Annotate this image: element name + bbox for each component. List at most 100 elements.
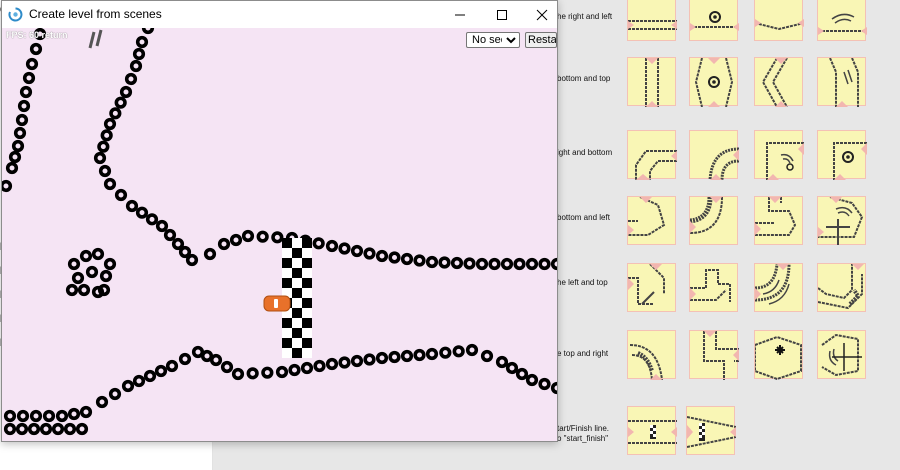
tire	[246, 367, 259, 380]
checker-square	[302, 278, 312, 288]
checker-square	[302, 268, 312, 278]
minimize-button[interactable]	[440, 1, 480, 28]
tire	[475, 257, 489, 271]
tire	[425, 255, 439, 269]
scene-tile[interactable]	[689, 330, 739, 380]
tire	[538, 257, 551, 271]
scene-tile[interactable]	[627, 406, 677, 455]
scene-tile[interactable]	[817, 57, 866, 107]
tire	[388, 251, 401, 264]
tire	[363, 353, 376, 366]
close-icon	[536, 9, 548, 20]
tire	[463, 257, 476, 270]
tire	[154, 364, 168, 378]
tire	[452, 345, 465, 358]
tire	[325, 357, 339, 371]
restart-button[interactable]: Restart	[525, 32, 557, 48]
player-car	[263, 295, 291, 312]
scene-tile[interactable]	[817, 0, 867, 41]
tire	[51, 422, 65, 436]
tire	[22, 71, 36, 85]
catalog-row-label: he right and left	[557, 12, 613, 21]
checker-square	[292, 328, 302, 338]
maximize-button[interactable]	[482, 1, 522, 28]
checker-square	[292, 288, 302, 298]
tire	[67, 257, 81, 271]
scene-tile[interactable]	[817, 263, 866, 312]
tire	[178, 352, 192, 366]
tire	[400, 349, 414, 363]
seed-select[interactable]: No seed	[466, 32, 520, 48]
scene-tile[interactable]	[627, 330, 676, 380]
checker-square	[282, 318, 292, 328]
tire	[275, 365, 289, 379]
window-title: Create level from scenes	[29, 7, 162, 21]
scene-tile[interactable]	[689, 263, 738, 312]
tire	[350, 244, 364, 258]
tire	[288, 363, 301, 377]
close-button[interactable]	[522, 1, 562, 28]
tire	[79, 405, 93, 419]
tire	[203, 247, 217, 261]
scene-tile[interactable]	[686, 406, 736, 455]
catalog-row-label: bottom and top	[557, 74, 611, 83]
tire	[91, 247, 105, 261]
scene-tile[interactable]	[689, 196, 738, 245]
scene-tile[interactable]	[627, 130, 677, 180]
tire	[465, 343, 479, 357]
tire	[488, 257, 501, 271]
tire	[480, 349, 494, 363]
scene-tile[interactable]	[689, 57, 738, 107]
tire	[17, 99, 31, 113]
checker-square	[282, 328, 292, 338]
scene-tile[interactable]	[627, 263, 676, 312]
scene-tile[interactable]	[817, 330, 866, 379]
scene-tile[interactable]	[689, 0, 739, 41]
game-window: Create level from scenes FPS: 60 return …	[1, 0, 558, 442]
scene-tile[interactable]	[754, 330, 803, 380]
checker-square	[292, 348, 302, 358]
checker-square	[302, 248, 312, 258]
tire	[95, 395, 109, 409]
window-titlebar[interactable]: Create level from scenes	[2, 1, 557, 28]
tire	[114, 188, 128, 202]
scene-tile[interactable]	[689, 130, 739, 180]
checker-square	[302, 308, 312, 318]
tire	[271, 231, 284, 244]
checker-square	[282, 268, 292, 278]
tire	[312, 237, 325, 250]
game-canvas-area[interactable]: FPS: 60 return No seed Restart	[2, 28, 557, 441]
tire	[97, 283, 111, 297]
maximize-icon	[497, 9, 507, 20]
catalog-row-label: ight and bottom	[557, 148, 613, 157]
scene-tile[interactable]	[754, 130, 804, 180]
scene-tile[interactable]	[754, 0, 804, 41]
scene-tile[interactable]	[817, 196, 866, 245]
tire	[15, 113, 29, 127]
tire	[29, 42, 43, 56]
scene-tile[interactable]	[754, 57, 803, 107]
tire	[209, 353, 223, 367]
tire	[135, 206, 149, 219]
scene-tile[interactable]	[627, 196, 676, 245]
tire	[3, 409, 17, 423]
scene-tile[interactable]	[754, 196, 803, 245]
scene-tile[interactable]	[754, 263, 803, 312]
checker-square	[302, 238, 312, 248]
tire	[93, 151, 107, 165]
tire	[25, 57, 39, 71]
tire	[55, 409, 69, 423]
scene-tile[interactable]	[817, 130, 867, 180]
tire	[103, 177, 117, 191]
tire	[132, 374, 146, 388]
scene-tile[interactable]	[627, 57, 676, 107]
tire	[2, 179, 13, 193]
checker-square	[302, 348, 312, 358]
checker-square	[282, 248, 292, 258]
checker-square	[302, 328, 312, 338]
checker-square	[302, 258, 312, 268]
checker-square	[282, 238, 292, 248]
tire	[413, 254, 426, 267]
scene-tile[interactable]	[627, 0, 677, 41]
tire	[178, 245, 192, 259]
